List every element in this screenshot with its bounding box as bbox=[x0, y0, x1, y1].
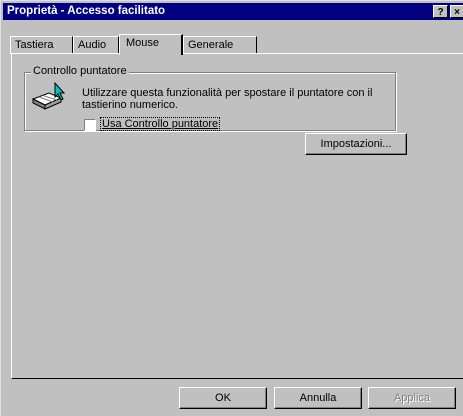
numeric-keypad-pointer-icon bbox=[31, 81, 66, 110]
tab-tastiera[interactable]: Tastiera bbox=[10, 36, 73, 54]
help-button[interactable]: ? bbox=[433, 5, 448, 18]
feature-description: Utilizzare questa funzionalità per spost… bbox=[82, 87, 373, 111]
window-title: Proprietà - Accesso facilitato bbox=[7, 5, 166, 17]
pointer-control-group: Controllo puntatore Utilizzare questa fu… bbox=[24, 65, 407, 155]
cancel-button[interactable]: Annulla bbox=[274, 387, 362, 409]
tab-mouse[interactable]: Mouse bbox=[119, 34, 183, 55]
group-title: Controllo puntatore bbox=[31, 65, 129, 77]
tab-generale[interactable]: Generale bbox=[183, 36, 257, 54]
close-button[interactable]: × bbox=[450, 5, 463, 18]
use-pointer-control-checkbox[interactable] bbox=[84, 119, 96, 131]
tab-panel-mouse: Controllo puntatore Utilizzare questa fu… bbox=[11, 53, 463, 379]
use-pointer-control-label[interactable]: Usa Controllo puntatore bbox=[99, 117, 221, 131]
settings-button[interactable]: Impostazioni... bbox=[305, 133, 407, 155]
properties-dialog: Proprietà - Accesso facilitato ? × Tasti… bbox=[0, 0, 463, 416]
tab-audio[interactable]: Audio bbox=[73, 36, 119, 54]
title-bar[interactable]: Proprietà - Accesso facilitato ? × bbox=[3, 3, 463, 20]
ok-button[interactable]: OK bbox=[179, 387, 267, 409]
apply-button[interactable]: Applica bbox=[368, 387, 456, 409]
